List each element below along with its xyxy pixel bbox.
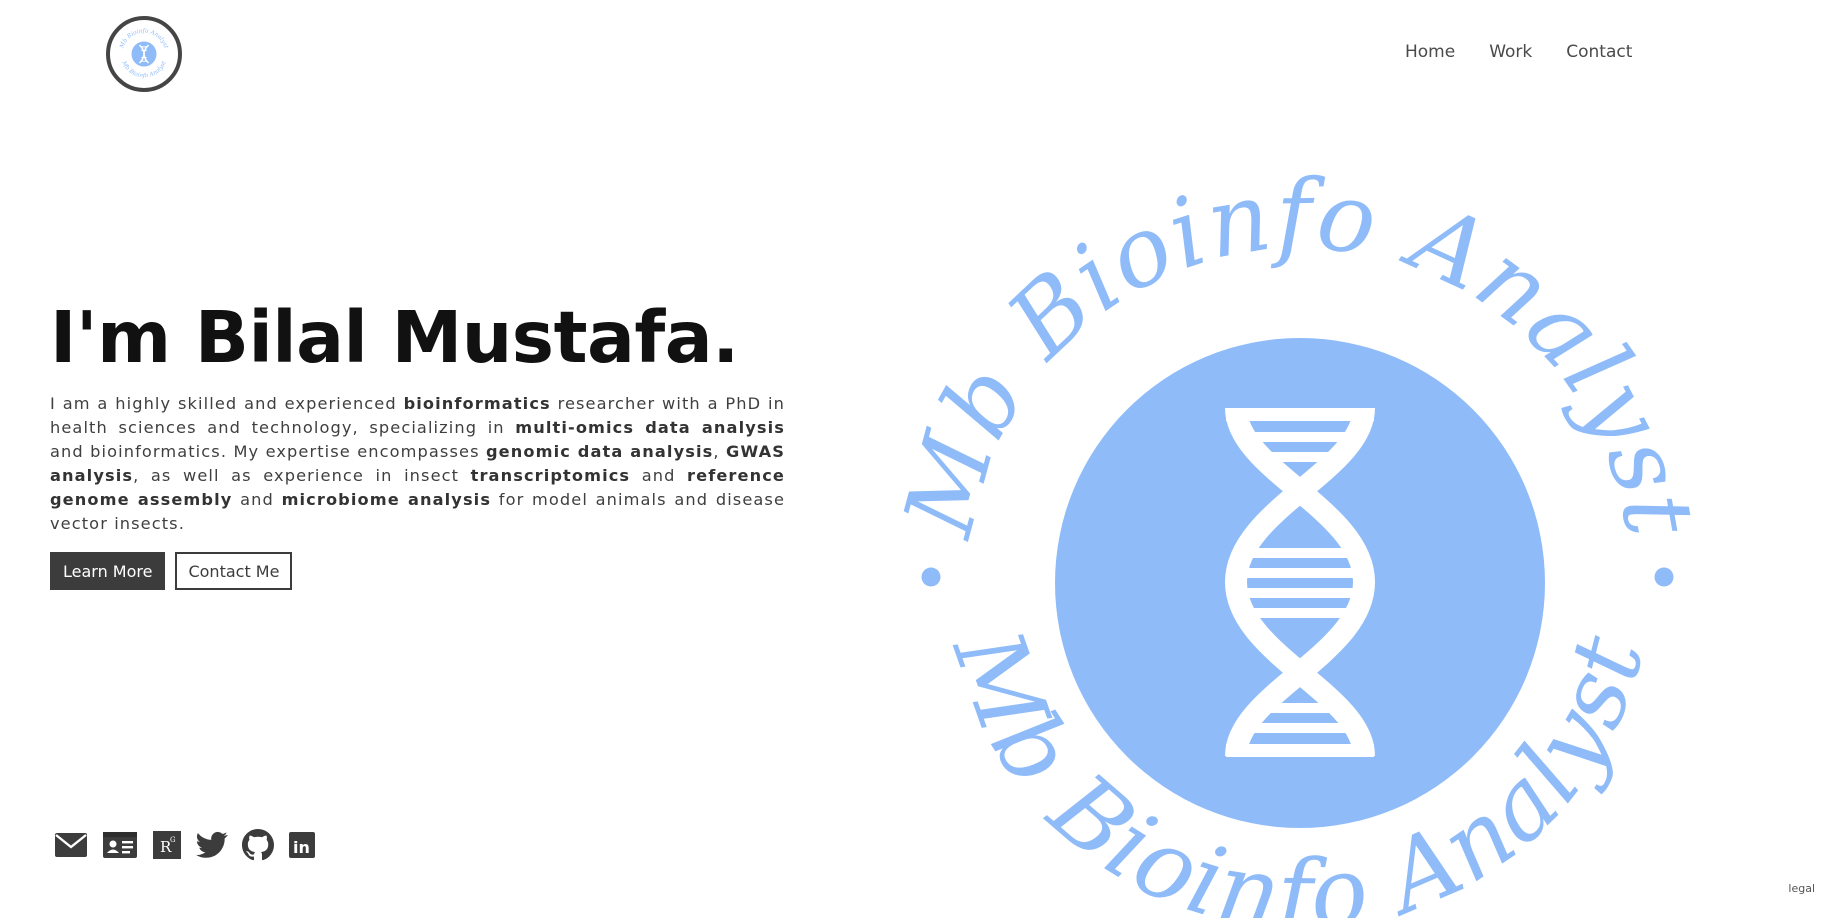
nav-work[interactable]: Work	[1489, 42, 1532, 62]
id-card-icon[interactable]	[102, 831, 138, 859]
mb-bioinfo-analyst-logo-icon: Mb Bioinfo Analyst Mb Bioinfo Analyst	[119, 28, 169, 79]
ring-dot-right	[1654, 567, 1674, 587]
learn-more-button[interactable]: Learn More	[50, 552, 166, 590]
hero-intro-text: and	[232, 490, 282, 509]
hero-title: I'm Bilal Mustafa.	[50, 296, 739, 379]
site-logo[interactable]: Mb Bioinfo Analyst Mb Bioinfo Analyst	[106, 16, 182, 92]
nav-contact[interactable]: Contact	[1566, 42, 1632, 62]
legal-link[interactable]: legal	[1788, 882, 1815, 895]
researchgate-icon[interactable]: R G	[152, 830, 182, 860]
hero-intro-keyword: transcriptomics	[470, 466, 631, 485]
hero-intro-keyword: genomic data analysis	[486, 442, 714, 461]
hero-intro-keyword: microbiome analysis	[281, 490, 492, 509]
hero-intro-text: ,	[713, 442, 726, 461]
linkedin-in-text: in	[293, 838, 310, 857]
linkedin-icon[interactable]: in	[288, 831, 316, 859]
contact-me-button[interactable]: Contact Me	[175, 552, 293, 590]
main-nav: Home Work Contact	[1405, 42, 1632, 62]
social-links: R G in	[54, 829, 316, 861]
researchgate-g-text: G	[170, 836, 176, 844]
hero-buttons: Learn More Contact Me	[50, 552, 293, 590]
hero-intro-keyword: bioinformatics	[403, 394, 551, 413]
hero-intro-text: I am a highly skilled and experienced	[50, 394, 404, 413]
github-icon[interactable]	[242, 829, 274, 861]
hero-intro-text: , as well as experience in insect	[133, 466, 471, 485]
twitter-icon[interactable]	[196, 831, 228, 859]
hero-intro-text: and bioinformatics. My expertise encompa…	[50, 442, 486, 461]
hero-intro-keyword: multi-omics data analysis	[515, 418, 785, 437]
hero-intro-text: and	[630, 466, 688, 485]
hero-logo-art: Mb Bioinfo Analyst Mb Bioinfo Analyst	[890, 150, 1710, 918]
hero-intro-paragraph: I am a highly skilled and experienced bi…	[50, 392, 785, 536]
page: Mb Bioinfo Analyst Mb Bioinfo Analyst Ho…	[0, 0, 1831, 918]
email-icon[interactable]	[54, 832, 88, 858]
ring-dot-left	[921, 567, 941, 587]
nav-home[interactable]: Home	[1405, 42, 1455, 62]
